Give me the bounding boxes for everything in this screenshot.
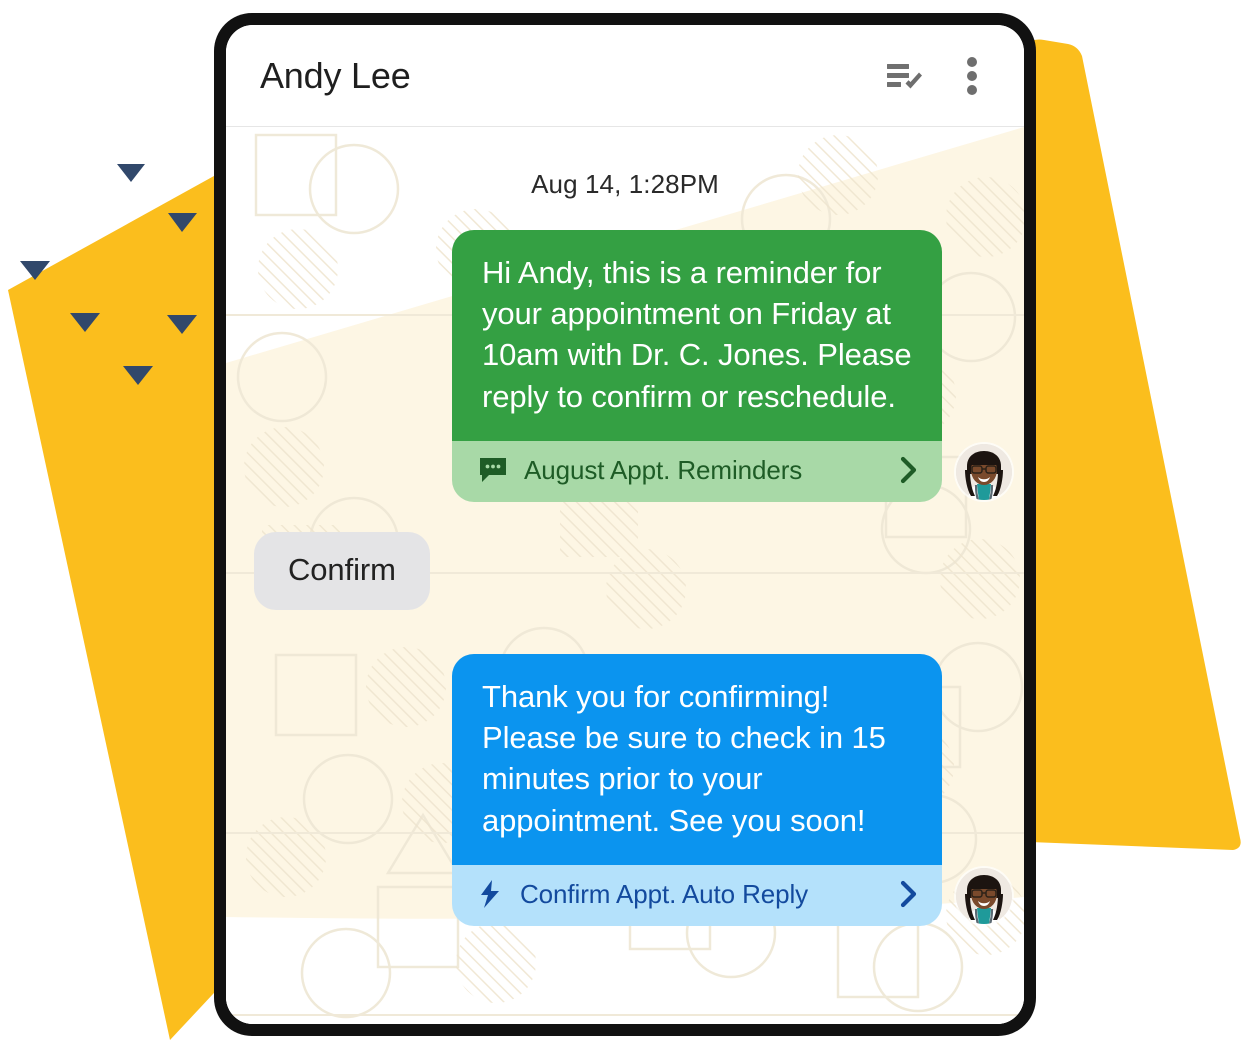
campaign-tag-reminder[interactable]: August Appt. Reminders bbox=[452, 440, 942, 502]
chevron-right-icon bbox=[900, 881, 917, 908]
more-options-glyph bbox=[967, 56, 977, 95]
doctor-avatar-glyph bbox=[956, 443, 1012, 500]
lightning-bolt-icon bbox=[481, 880, 499, 909]
bubble-wrap-reminder: Hi Andy, this is a reminder for your app… bbox=[452, 230, 942, 502]
campaign-tag-label-auto-reply: Confirm Appt. Auto Reply bbox=[520, 878, 809, 909]
message-text-reminder: Hi Andy, this is a reminder for your app… bbox=[452, 230, 942, 441]
message-row-reminder: Hi Andy, this is a reminder for your app… bbox=[226, 230, 1024, 502]
chat-bubble-icon bbox=[480, 458, 506, 483]
chat-header: Andy Lee bbox=[226, 25, 1024, 127]
phone-screen: Andy Lee Aug 14, 1:28PM Hi Andy, this is… bbox=[226, 25, 1024, 1024]
chat-body: Aug 14, 1:28PM Hi Andy, this is a remind… bbox=[226, 127, 1024, 1024]
phone-frame: Andy Lee Aug 14, 1:28PM Hi Andy, this is… bbox=[214, 13, 1036, 1036]
message-bubble-reminder[interactable]: Hi Andy, this is a reminder for your app… bbox=[452, 230, 942, 502]
chevron-right-icon bbox=[900, 457, 917, 484]
message-list: Aug 14, 1:28PM Hi Andy, this is a remind… bbox=[226, 169, 1024, 926]
yellow-shape-left bbox=[8, 166, 232, 1040]
campaign-tag-label-reminder: August Appt. Reminders bbox=[524, 454, 803, 485]
date-stamp: Aug 14, 1:28PM bbox=[531, 169, 719, 199]
message-bubble-auto-reply[interactable]: Thank you for confirming! Please be sure… bbox=[452, 653, 942, 926]
yellow-shape-right bbox=[1026, 39, 1241, 851]
bubble-wrap-auto-reply: Thank you for confirming! Please be sure… bbox=[452, 653, 942, 926]
page-title: Andy Lee bbox=[260, 54, 411, 96]
header-actions bbox=[886, 56, 992, 96]
page-stage: Andy Lee Aug 14, 1:28PM Hi Andy, this is… bbox=[0, 0, 1251, 1051]
mark-all-read-glyph bbox=[887, 63, 922, 88]
campaign-tag-auto-reply[interactable]: Confirm Appt. Auto Reply bbox=[452, 864, 942, 926]
avatar bbox=[956, 867, 1012, 924]
message-row-confirm: Confirm bbox=[226, 531, 1024, 610]
message-bubble-confirm[interactable]: Confirm bbox=[254, 531, 430, 610]
doctor-avatar-glyph bbox=[956, 867, 1012, 924]
more-options-icon[interactable] bbox=[952, 56, 992, 96]
message-text-auto-reply: Thank you for confirming! Please be sure… bbox=[452, 653, 942, 865]
message-row-auto-reply: Thank you for confirming! Please be sure… bbox=[226, 653, 1024, 926]
mark-all-read-icon[interactable] bbox=[886, 56, 926, 96]
avatar bbox=[956, 443, 1012, 500]
